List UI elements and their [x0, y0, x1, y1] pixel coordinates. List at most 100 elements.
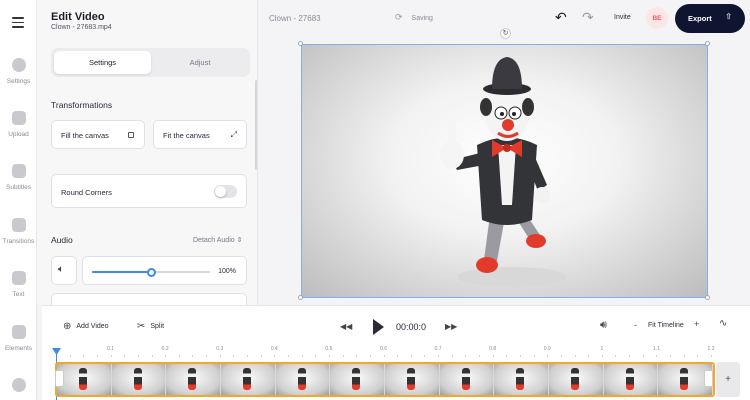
- ruler-tick-label: 0.7: [434, 346, 442, 352]
- panel-title: Edit Video: [51, 11, 105, 23]
- ruler-minor-tick: [465, 355, 467, 357]
- volume-slider-knob[interactable]: [146, 268, 156, 277]
- ruler-minor-tick: [192, 355, 194, 357]
- scissors-icon: ✂: [137, 321, 146, 332]
- mute-button[interactable]: 🔈︎: [51, 256, 77, 285]
- ruler-minor-tick: [315, 355, 317, 357]
- ruler-tick-label: 0.4: [270, 346, 278, 352]
- elements-icon: [11, 325, 26, 339]
- transformations-heading: Transformations: [51, 100, 113, 110]
- avatar[interactable]: BE: [646, 7, 668, 29]
- audio-heading: Audio: [51, 235, 73, 245]
- video-canvas[interactable]: [301, 44, 708, 298]
- rail-item-subtitles[interactable]: Subtitles: [0, 164, 37, 191]
- clip-thumbnail-figure: [407, 368, 415, 390]
- fit-timeline-button[interactable]: Fit Timeline: [648, 322, 684, 329]
- ruler-tick-label: 1.2: [707, 346, 715, 352]
- ruler-minor-tick: [574, 355, 576, 357]
- ruler-minor-tick: [83, 355, 85, 357]
- ruler-minor-tick: [397, 355, 399, 357]
- detach-icon: ⇕: [236, 237, 243, 244]
- waveform-icon[interactable]: ∿: [719, 318, 727, 329]
- clip-thumbnail: [166, 364, 221, 395]
- round-corners-toggle[interactable]: [214, 185, 237, 198]
- saving-label: Saving: [411, 15, 433, 22]
- skip-forward-icon[interactable]: ▶▶: [445, 322, 457, 331]
- play-button[interactable]: [373, 319, 384, 335]
- resize-handle[interactable]: [298, 41, 303, 46]
- ruler-minor-tick: [356, 355, 358, 357]
- fill-canvas-button[interactable]: Fill the canvas: [51, 120, 145, 149]
- add-video-button[interactable]: ⊕ Add Video: [63, 321, 109, 332]
- tab-adjust[interactable]: Adjust: [153, 51, 247, 74]
- rail-item-upload[interactable]: Upload: [0, 111, 37, 138]
- ruler-minor-tick: [451, 355, 453, 357]
- rail-item-elements[interactable]: Elements: [0, 325, 37, 352]
- volume-icon[interactable]: 🔊︎: [600, 319, 607, 332]
- rail-item-transitions[interactable]: Transitions: [0, 218, 37, 245]
- export-label: Export: [688, 14, 712, 23]
- redo-icon[interactable]: ↷: [582, 9, 594, 26]
- panel-scrollbar[interactable]: [255, 80, 257, 170]
- zoom-in-icon[interactable]: +: [694, 319, 699, 329]
- zoom-out-icon[interactable]: -: [634, 320, 637, 330]
- export-button[interactable]: Export ⇧: [675, 4, 745, 33]
- volume-slider[interactable]: [92, 268, 210, 277]
- clip-trim-handle-left[interactable]: [55, 370, 64, 387]
- saving-status: ⟳ Saving: [395, 12, 433, 23]
- resize-handle[interactable]: [298, 295, 303, 300]
- timeline-ruler: 0.1 0.2 0.3 0.4 0.5 0.6 0.7 0.8 0.9 1 1.1 1.2: [56, 346, 716, 358]
- transitions-icon: [11, 218, 26, 232]
- volume-control: 100%: [82, 256, 247, 285]
- rail-item-text[interactable]: Text: [0, 271, 37, 298]
- fit-canvas-label: Fit the canvas: [163, 131, 210, 140]
- ruler-minor-tick: [506, 355, 508, 357]
- next-setting-card: [51, 293, 247, 305]
- ruler-minor-tick: [69, 355, 71, 357]
- clip-thumbnail: [275, 364, 331, 395]
- ruler-minor-tick: [588, 355, 590, 357]
- ruler-minor-tick: [519, 355, 521, 357]
- ruler-minor-tick: [547, 355, 549, 357]
- skip-back-icon[interactable]: ◀◀: [340, 322, 352, 331]
- ruler-minor-tick: [124, 355, 126, 357]
- rail-item-more[interactable]: [0, 378, 37, 392]
- ruler-tick-label: 0.6: [380, 346, 387, 352]
- project-name[interactable]: Clown - 27683: [269, 14, 321, 23]
- rotate-icon[interactable]: ↻: [500, 28, 511, 39]
- speaker-icon: 🔈︎: [58, 264, 64, 275]
- undo-icon[interactable]: ↶: [555, 9, 567, 26]
- clip-thumbnail-figure: [680, 368, 689, 390]
- rail-item-settings[interactable]: Settings: [0, 58, 37, 85]
- clip-thumbnail-figure: [243, 368, 251, 390]
- video-track-clip[interactable]: [55, 362, 715, 397]
- ruler-tick-label: 0.3: [216, 346, 224, 352]
- ruler-minor-tick: [287, 355, 289, 357]
- ruler-minor-tick: [492, 355, 494, 357]
- detach-audio-button[interactable]: Detach Audio ⇕: [193, 236, 242, 244]
- add-track-button[interactable]: +: [716, 362, 740, 397]
- ruler-minor-tick: [151, 355, 153, 357]
- menu-icon[interactable]: [12, 17, 24, 28]
- invite-button[interactable]: Invite: [614, 14, 631, 21]
- resize-handle[interactable]: [705, 295, 710, 300]
- clip-thumbnail-figure: [297, 368, 306, 390]
- timeline: ⊕ Add Video ✂ Split ◀◀ 00:00:0 ▶▶ 🔊︎ - F…: [42, 305, 750, 400]
- gear-icon: [11, 58, 26, 72]
- split-button[interactable]: ✂ Split: [137, 321, 164, 332]
- edit-panel: Edit Video Clown - 27683.mp4 Settings Ad…: [37, 0, 258, 305]
- fit-canvas-button[interactable]: Fit the canvas ⤢: [153, 120, 247, 149]
- ruler-minor-tick: [342, 355, 344, 357]
- clip-trim-handle-right[interactable]: [704, 370, 713, 387]
- ruler-minor-tick: [165, 355, 167, 357]
- ruler-minor-tick: [615, 355, 617, 357]
- resize-handle[interactable]: [705, 41, 710, 46]
- clown-video-frame: [440, 57, 567, 287]
- sync-icon: ⟳: [395, 12, 403, 22]
- ruler-minor-tick: [711, 355, 712, 357]
- ruler-minor-tick: [533, 355, 535, 357]
- timecode: 00:00:0: [396, 322, 427, 332]
- tab-settings[interactable]: Settings: [54, 51, 151, 74]
- clip-thumbnail: [549, 364, 604, 395]
- ruler-minor-tick: [206, 355, 208, 357]
